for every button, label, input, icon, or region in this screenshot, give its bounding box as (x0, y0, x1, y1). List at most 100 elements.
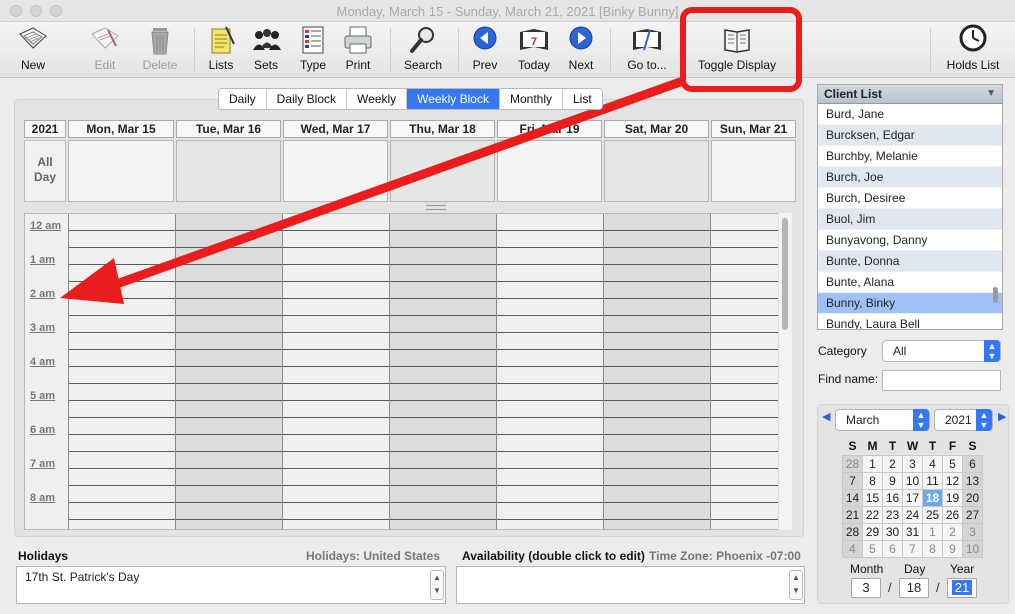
calendar-day[interactable]: 5 (862, 539, 883, 558)
next-button[interactable]: Next (562, 24, 600, 76)
client-row[interactable]: Burch, Joe (818, 167, 1002, 188)
view-tab-daily[interactable]: Daily (219, 89, 267, 109)
calendar-day[interactable]: 28 (842, 522, 863, 541)
find-name-input[interactable] (882, 370, 1001, 391)
day-header[interactable]: Tue, Mar 16 (176, 120, 281, 138)
client-row[interactable]: Bunte, Donna (818, 251, 1002, 272)
calendar-day[interactable]: 2 (942, 522, 963, 541)
calendar-day[interactable]: 27 (962, 505, 983, 524)
all-day-cell[interactable] (604, 140, 709, 202)
holidays-list[interactable]: 17th St. Patrick's Day (16, 566, 446, 604)
type-button[interactable]: Type (294, 24, 332, 76)
next-month-arrow-icon[interactable]: ▶ (998, 410, 1006, 423)
day-time-column[interactable] (604, 214, 711, 529)
day-time-column[interactable] (390, 214, 497, 529)
calendar-day[interactable]: 22 (862, 505, 883, 524)
calendar-day[interactable]: 17 (902, 488, 923, 507)
client-row-selected[interactable]: Bunny, Binky (818, 293, 1002, 314)
lists-button[interactable]: Lists (200, 24, 242, 76)
time-grid[interactable]: 12 am 1 am 2 am 3 am 4 am 5 am 6 am 7 am… (24, 213, 792, 530)
calendar-day[interactable]: 31 (902, 522, 923, 541)
availability-box[interactable] (456, 566, 805, 604)
all-day-cell[interactable] (390, 140, 495, 202)
calendar-day[interactable]: 19 (942, 488, 963, 507)
year-select[interactable]: 2021 ▲ ▼ (934, 409, 993, 431)
day-header[interactable]: Sat, Mar 20 (604, 120, 709, 138)
view-tab-daily-block[interactable]: Daily Block (267, 89, 348, 109)
day-field[interactable]: 18 (899, 578, 929, 598)
time-grid-scroll-thumb[interactable] (782, 218, 788, 330)
calendar-day[interactable]: 10 (962, 539, 983, 558)
search-button[interactable]: Search (400, 24, 446, 76)
calendar-day[interactable]: 9 (882, 471, 903, 490)
calendar-day[interactable]: 21 (842, 505, 863, 524)
view-tab-weekly-block[interactable]: Weekly Block (407, 89, 500, 109)
prev-button[interactable]: Prev (464, 24, 506, 76)
calendar-day[interactable]: 8 (862, 471, 883, 490)
holidays-scroll-stepper[interactable]: ▲ ▼ (430, 570, 444, 600)
day-time-column[interactable] (283, 214, 390, 529)
calendar-day[interactable]: 11 (922, 471, 943, 490)
month-select[interactable]: March ▲ ▼ (835, 409, 930, 431)
client-row[interactable]: Burd, Jane (818, 104, 1002, 125)
calendar-day[interactable]: 7 (842, 471, 863, 490)
client-row[interactable]: Burcksen, Edgar (818, 125, 1002, 146)
calendar-day[interactable]: 4 (842, 539, 863, 558)
client-row[interactable]: Bundy, Laura Bell (818, 314, 1002, 329)
client-row[interactable]: Buol, Jim (818, 209, 1002, 230)
day-time-column[interactable] (711, 214, 779, 529)
day-time-column[interactable] (176, 214, 283, 529)
client-list[interactable]: Client List ▼ Burd, Jane Burcksen, Edgar… (817, 84, 1003, 330)
calendar-day[interactable]: 6 (882, 539, 903, 558)
calendar-day[interactable]: 12 (942, 471, 963, 490)
view-tab-weekly[interactable]: Weekly (347, 89, 408, 109)
calendar-day[interactable]: 20 (962, 488, 983, 507)
day-header[interactable]: Fri, Mar 19 (497, 120, 602, 138)
calendar-day[interactable]: 5 (942, 454, 963, 473)
category-select[interactable]: All ▲ ▼ (882, 340, 1001, 362)
calendar-day-today[interactable]: 18 (922, 488, 943, 507)
year-field[interactable]: 21 (947, 578, 977, 598)
calendar-day[interactable]: 2 (882, 454, 903, 473)
calendar-day[interactable]: 16 (882, 488, 903, 507)
calendar-day[interactable]: 3 (902, 454, 923, 473)
client-list-scroll-thumb[interactable] (993, 287, 998, 303)
calendar-day[interactable]: 10 (902, 471, 923, 490)
day-time-column[interactable] (69, 214, 176, 529)
sets-button[interactable]: Sets (246, 24, 286, 76)
holds-list-button[interactable]: Holds List (942, 24, 1004, 76)
calendar-day[interactable]: 30 (882, 522, 903, 541)
goto-button[interactable]: Go to... (620, 24, 674, 76)
calendar-day[interactable]: 26 (942, 505, 963, 524)
view-tab-list[interactable]: List (563, 89, 602, 109)
calendar-day[interactable]: 28 (842, 454, 863, 473)
calendar-day[interactable]: 15 (862, 488, 883, 507)
delete-button[interactable]: Delete (136, 24, 184, 76)
new-button[interactable]: New (8, 24, 58, 76)
calendar-day[interactable]: 7 (902, 539, 923, 558)
day-header[interactable]: Sun, Mar 21 (711, 120, 796, 138)
month-field[interactable]: 3 (851, 578, 881, 598)
pane-splitter-handle[interactable] (426, 205, 446, 210)
all-day-cell[interactable] (176, 140, 281, 202)
day-time-column[interactable] (497, 214, 604, 529)
calendar-day[interactable]: 4 (922, 454, 943, 473)
all-day-cell[interactable] (283, 140, 388, 202)
day-header[interactable]: Mon, Mar 15 (68, 120, 174, 138)
calendar-day[interactable]: 1 (922, 522, 943, 541)
day-header[interactable]: Thu, Mar 18 (390, 120, 495, 138)
prev-month-arrow-icon[interactable]: ◀ (822, 410, 830, 423)
today-button[interactable]: 7 Today (508, 24, 560, 76)
calendar-day[interactable]: 23 (882, 505, 903, 524)
calendar-day[interactable]: 9 (942, 539, 963, 558)
day-header[interactable]: Wed, Mar 17 (283, 120, 388, 138)
edit-button[interactable]: Edit (80, 24, 130, 76)
calendar-day[interactable]: 3 (962, 522, 983, 541)
availability-scroll-stepper[interactable]: ▲ ▼ (789, 570, 803, 600)
calendar-day[interactable]: 14 (842, 488, 863, 507)
client-row[interactable]: Bunte, Alana (818, 272, 1002, 293)
client-row[interactable]: Burchby, Melanie (818, 146, 1002, 167)
calendar-day[interactable]: 1 (862, 454, 883, 473)
print-button[interactable]: Print (338, 24, 378, 76)
calendar-day[interactable]: 25 (922, 505, 943, 524)
